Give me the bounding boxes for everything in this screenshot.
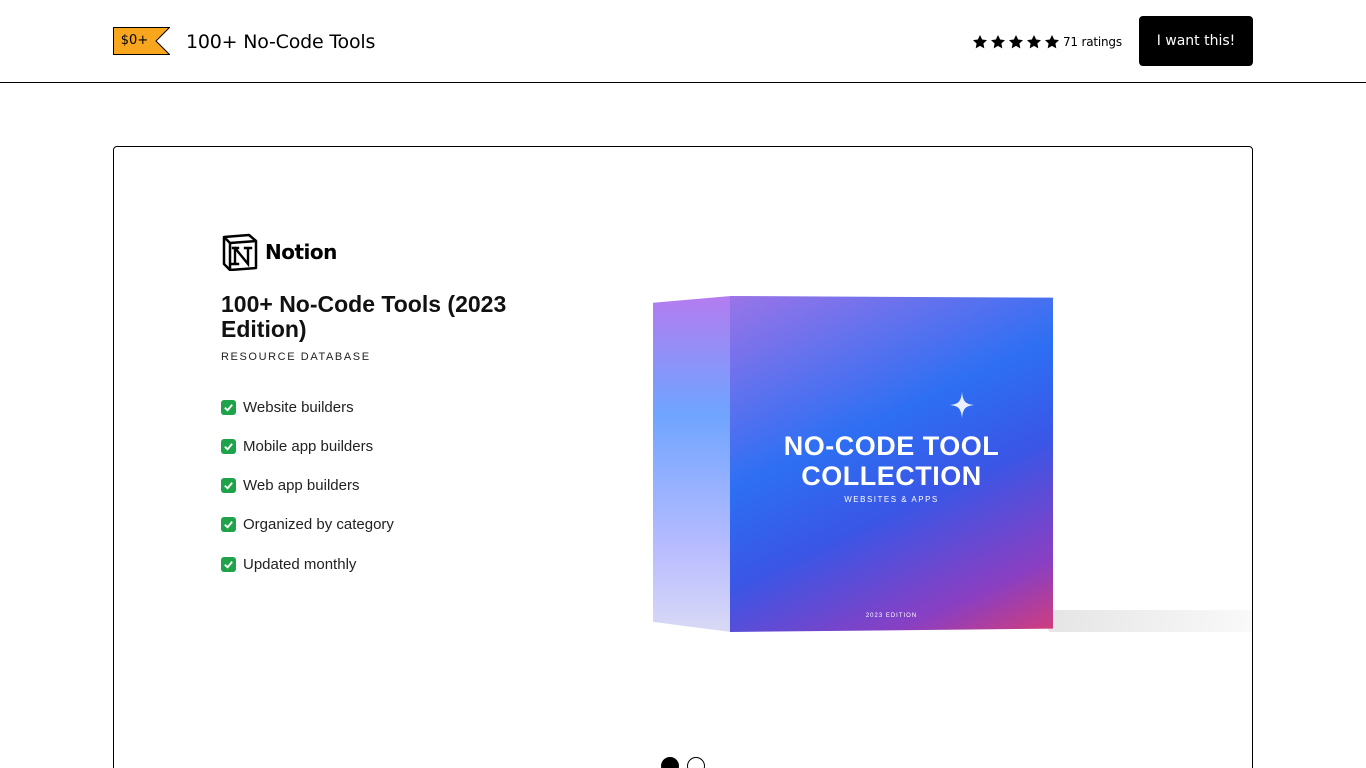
box-side-face bbox=[653, 296, 731, 632]
check-box-icon bbox=[221, 438, 236, 454]
box-shadow bbox=[1048, 610, 1252, 632]
check-box-icon bbox=[221, 478, 236, 494]
notion-brand: Notion bbox=[221, 233, 337, 271]
list-item: Mobile app builders bbox=[221, 436, 394, 456]
price-label: $0+ bbox=[120, 33, 149, 48]
product-image-carousel[interactable]: Notion 100+ No-Code Tools (2023 Edition)… bbox=[113, 146, 1253, 768]
rating-summary[interactable]: 71 ratings bbox=[972, 33, 1122, 51]
feature-text: Organized by category bbox=[243, 516, 394, 534]
feature-text: Mobile app builders bbox=[243, 437, 374, 455]
slide-title: 100+ No-Code Tools (2023 Edition) bbox=[221, 291, 507, 342]
star-icon bbox=[1026, 34, 1042, 50]
star-icon bbox=[1008, 34, 1024, 50]
box-subtitle: WEBSITES & APPS bbox=[844, 495, 939, 504]
star-icon bbox=[972, 34, 988, 50]
notion-logo-icon bbox=[222, 233, 258, 271]
feature-list: Website builders Mobile app builders Web… bbox=[221, 397, 394, 593]
box-edition: 2023 EDITION bbox=[865, 613, 918, 619]
product-box-image: NO-CODE TOOL COLLECTION WEBSITES & APPS … bbox=[650, 292, 1252, 637]
list-item: Organized by category bbox=[221, 515, 394, 535]
carousel-pagination bbox=[661, 757, 713, 768]
feature-text: Website builders bbox=[243, 398, 354, 416]
list-item: Web app builders bbox=[221, 476, 394, 496]
ratings-count[interactable]: 71 ratings bbox=[1063, 35, 1122, 49]
sparkle-icon bbox=[950, 392, 974, 418]
box-title: NO-CODE TOOL COLLECTION bbox=[783, 431, 1000, 491]
star-icon bbox=[990, 34, 1006, 50]
carousel-dot-1[interactable] bbox=[661, 757, 679, 768]
list-item: Website builders bbox=[221, 397, 394, 417]
carousel-dot-2[interactable] bbox=[687, 757, 705, 768]
feature-text: Web app builders bbox=[243, 477, 360, 495]
feature-text: Updated monthly bbox=[243, 555, 357, 573]
list-item: Updated monthly bbox=[221, 554, 394, 574]
slide-subtitle: RESOURCE DATABASE bbox=[221, 351, 371, 363]
product-title: 100+ No-Code Tools bbox=[186, 31, 376, 53]
star-icon bbox=[1044, 34, 1060, 50]
brand-name: Notion bbox=[265, 240, 337, 264]
header-bar: $0+ 100+ No-Code Tools 71 ratings I want… bbox=[0, 0, 1366, 83]
check-box-icon bbox=[221, 399, 236, 415]
check-box-icon bbox=[221, 517, 236, 533]
price-tag: $0+ bbox=[113, 27, 170, 55]
check-box-icon bbox=[221, 556, 236, 572]
buy-button[interactable]: I want this! bbox=[1139, 16, 1253, 66]
